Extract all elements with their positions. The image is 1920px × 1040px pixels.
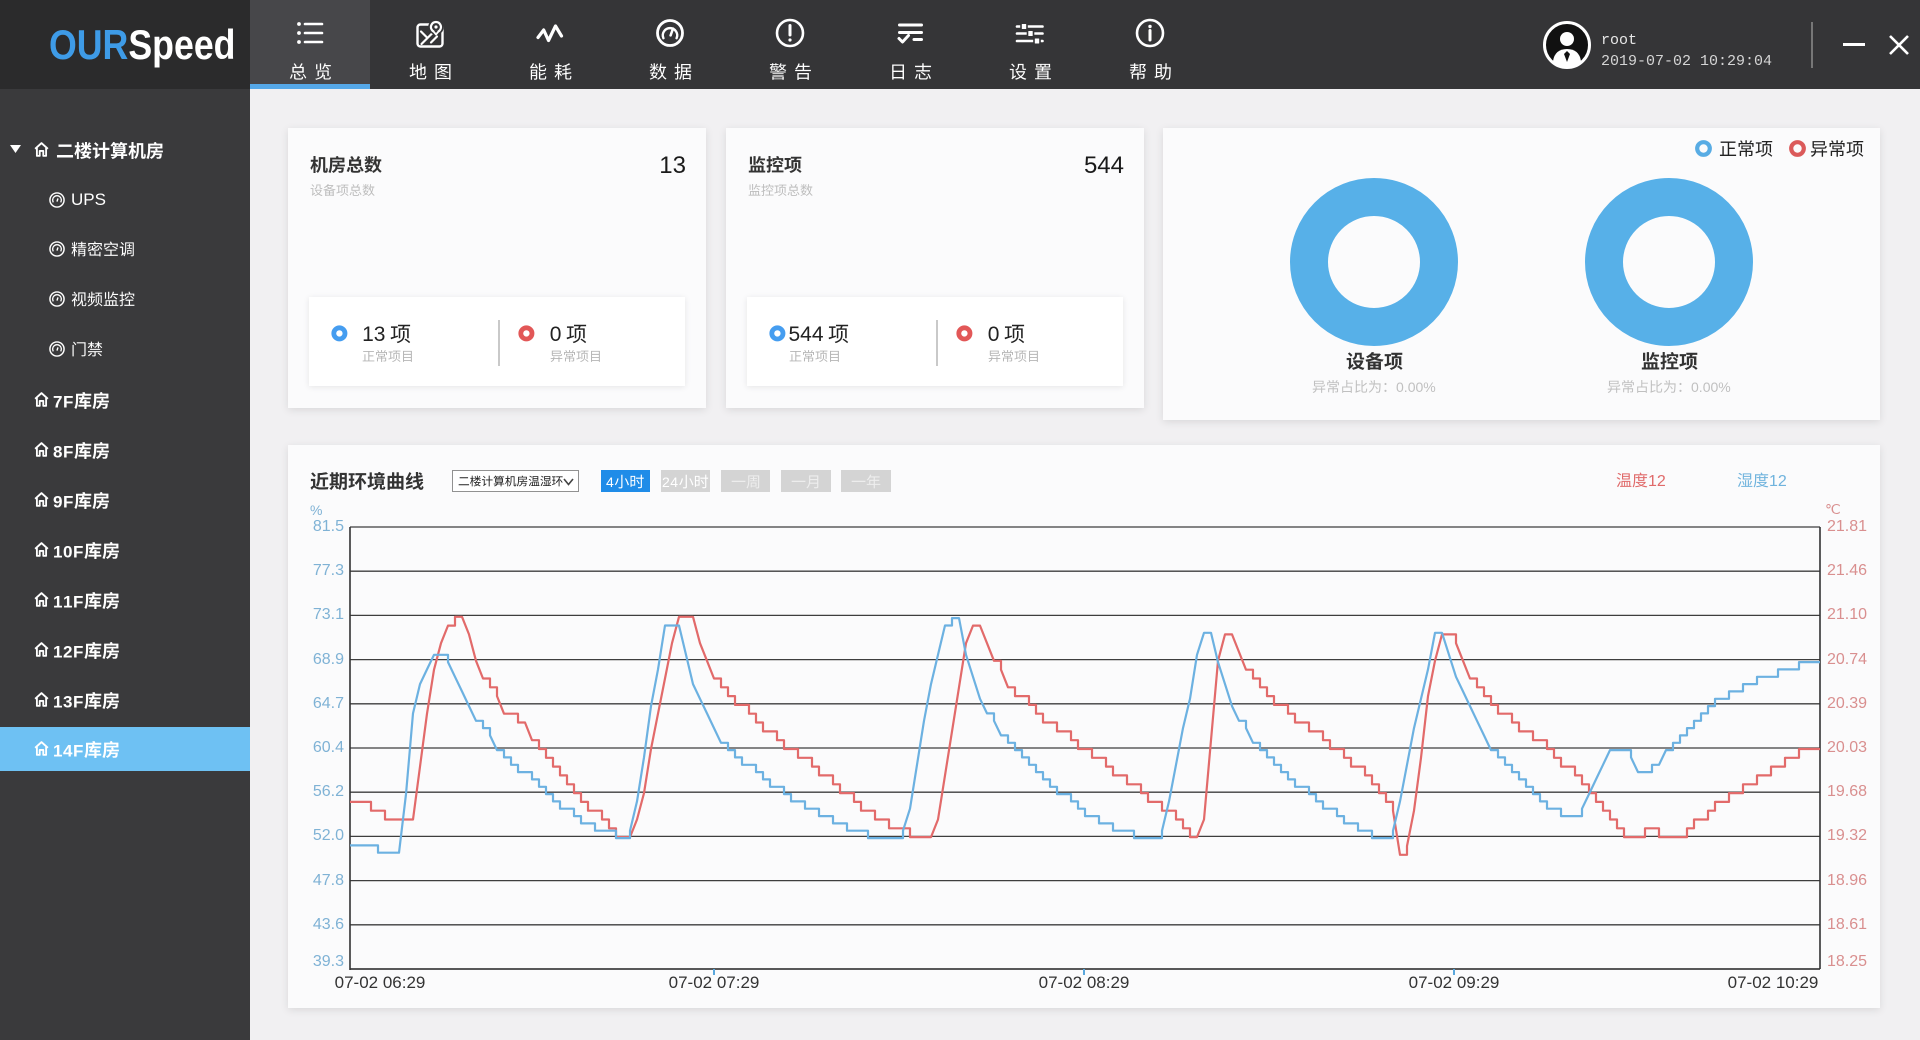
svg-text:0: 0 — [1408, 378, 1416, 394]
svg-text:0: 0 — [63, 542, 72, 561]
svg-text:F: F — [73, 741, 83, 760]
svg-text:F: F — [63, 392, 73, 411]
svg-text:F: F — [73, 542, 83, 561]
svg-text:F: F — [73, 692, 83, 711]
svg-text:1: 1 — [53, 692, 62, 711]
svg-text:1: 1 — [53, 741, 62, 760]
svg-text:1: 1 — [63, 592, 72, 611]
svg-text:4: 4 — [63, 741, 73, 760]
svg-text:%: % — [1423, 378, 1435, 394]
svg-text:1: 1 — [53, 592, 62, 611]
svg-text:9: 9 — [53, 492, 62, 511]
svg-text:F: F — [63, 442, 73, 461]
svg-text:0: 0 — [1396, 378, 1404, 394]
svg-text:0: 0 — [1691, 378, 1699, 394]
svg-text:1: 1 — [53, 642, 62, 661]
svg-text:3: 3 — [63, 692, 72, 711]
svg-text:%: % — [1718, 378, 1730, 394]
svg-text:F: F — [63, 492, 73, 511]
svg-text:7: 7 — [53, 392, 62, 411]
svg-text:0: 0 — [1703, 378, 1711, 394]
svg-text:1: 1 — [53, 542, 62, 561]
svg-text:F: F — [73, 592, 83, 611]
svg-text:2: 2 — [63, 642, 72, 661]
svg-text:F: F — [73, 642, 83, 661]
svg-text:8: 8 — [53, 442, 62, 461]
